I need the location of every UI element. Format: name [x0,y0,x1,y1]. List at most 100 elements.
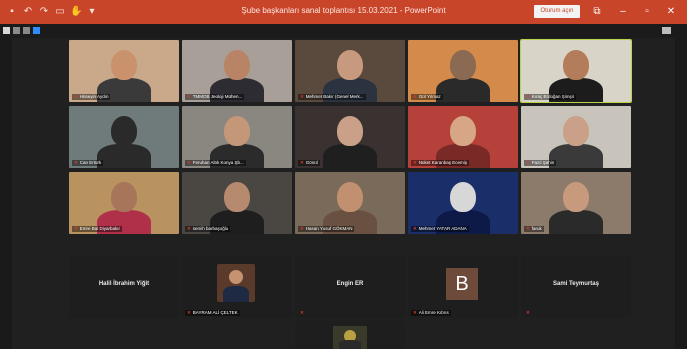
view-icon[interactable] [3,27,10,34]
participant-name-label: ✕ Hüseyin Aydın [72,94,111,100]
participant-tile[interactable] [295,321,405,349]
participant-tile[interactable]: ✕ Gönül [295,106,405,168]
participant-body [436,78,490,102]
participant-name-label: ✕ Emre Bal Diyarbakır [72,226,123,232]
participant-name-label: ✕ Gönül [298,160,320,166]
mic-muted-icon: ✕ [526,160,530,165]
mic-muted-icon: ✕ [74,94,78,99]
participant-tile[interactable]: ✕ Hüseyin Aydın [69,40,179,102]
mic-muted-icon: ✕ [300,310,304,315]
participant-name-label: ✕ Mehmet Bakır (Genel Merk... [298,94,366,100]
participant-name-label: ✕ Gül Yılmaz [411,94,443,100]
mic-muted-icon: ✕ [187,226,191,231]
participant-face [450,182,476,212]
participant-tile[interactable]: ✕ Can Ertürk [69,106,179,168]
participant-face [111,116,137,146]
participant-body [323,144,377,168]
participant-name: Sami Teymurtaş [553,281,599,287]
participant-name-label: ✕ [298,310,308,316]
participant-face [337,182,363,212]
participant-name-label: ✕ semih barbaşoğlu [185,226,231,232]
mic-muted-icon: ✕ [526,226,530,231]
mic-muted-icon: ✕ [413,160,417,165]
participant-name-label: ✕ Nüket Karanbaş Ecemiş [411,160,470,166]
participant-name: Halil İbrahim Yiğit [98,281,150,287]
participant-tile[interactable]: ✕ Hasan Yusuf GÖKMAN [295,172,405,234]
zoom-gallery-window: Halil İbrahim Yiğit ✕ BAYRAM ALİ ÇELTEK E… [0,24,687,349]
participant-name-label: ✕ TMMOB Jeoloji Mühen... [185,94,245,100]
zoom-logo-icon [33,27,40,34]
participant-photo [333,326,367,349]
participant-tile[interactable]: ✕ Emre Bal Diyarbakır [69,172,179,234]
participant-tile[interactable]: ✕ faruk [521,172,631,234]
participant-tile[interactable]: ✕ Fazıl Şahin [521,106,631,168]
maximize-icon[interactable]: ▫ [638,4,656,20]
participant-face [337,50,363,80]
participant-tile[interactable]: ✕ Gül Yılmaz [408,40,518,102]
participant-tile[interactable]: ✕ Kıraç Erdoğan Şimşir [520,39,632,103]
participant-face [111,182,137,212]
mic-muted-icon: ✕ [187,160,191,165]
participant-face [563,50,589,80]
grid-icon[interactable] [13,27,20,34]
mic-muted-icon: ✕ [413,310,417,315]
participant-tile[interactable]: Sami Teymurtaş ✕ [521,256,631,318]
mic-muted-icon: ✕ [300,226,304,231]
fullscreen-icon[interactable] [662,27,671,34]
participant-name-label: ✕ Kıraç Erdoğan Şimşir [524,94,577,100]
minimize-icon[interactable]: – [614,4,632,20]
mic-muted-icon: ✕ [74,160,78,165]
participant-face [563,182,589,212]
mic-muted-icon: ✕ [300,160,304,165]
participant-tile[interactable]: Engin ER ✕ [295,256,405,318]
window-title: Şube başkanları sanal toplantısı 15.03.2… [241,6,446,15]
participant-name-label: ✕ Fazıl Şahin [524,160,557,166]
participant-name: Engin ER [336,281,364,287]
participant-face [224,50,250,80]
mic-muted-icon: ✕ [413,226,417,231]
mic-muted-icon: ✕ [187,94,191,99]
participant-tile[interactable]: Halil İbrahim Yiğit [69,256,179,318]
participant-face [450,50,476,80]
participant-tile[interactable]: ✕ BAYRAM ALİ ÇELTEK [182,256,292,318]
participant-face [111,50,137,80]
participant-name-label: ✕ Hasan Yusuf GÖKMAN [298,226,355,232]
mic-muted-icon: ✕ [413,94,417,99]
participant-name-label: ✕ [524,310,534,316]
participant-name-label: ✕ Mehmet YATAR ADANA [411,226,469,232]
participant-face [563,116,589,146]
participant-tile[interactable]: ✕ semih barbaşoğlu [182,172,292,234]
participant-body [549,144,603,168]
avatar: B [446,268,478,300]
participant-face [450,116,476,146]
participant-gallery: Halil İbrahim Yiğit ✕ BAYRAM ALİ ÇELTEK E… [12,38,675,349]
participant-face [224,116,250,146]
participant-name-label: ✕ Can Ertürk [72,160,104,166]
mic-muted-icon: ✕ [74,226,78,231]
sign-in-button[interactable]: Oturum açın [534,5,580,18]
participant-name-label: ✕ Feruhan Altık Konya Şb... [185,160,246,166]
participant-tile[interactable]: ✕ Nüket Karanbaş Ecemiş [408,106,518,168]
participant-name-label: ✕ Ali Emre Kıbrıs [411,310,451,316]
speaker-view-icon[interactable] [23,27,30,34]
ribbon-options-icon[interactable]: ⧉ [588,4,606,20]
participant-tile[interactable]: ✕ Mehmet YATAR ADANA [408,172,518,234]
mic-muted-icon: ✕ [526,310,530,315]
participant-body [97,144,151,168]
zoom-toolbar [0,24,687,38]
participant-tile[interactable]: ✕ TMMOB Jeoloji Mühen... [182,40,292,102]
participant-tile[interactable]: B ✕ Ali Emre Kıbrıs [408,256,518,318]
participant-face [224,182,250,212]
mic-muted-icon: ✕ [526,94,530,99]
powerpoint-titlebar: ▪ ↶ ↷ ▭ ✋ ▾ Şube başkanları sanal toplan… [0,0,687,24]
participant-body [549,210,603,234]
participant-tile[interactable]: ✕ Mehmet Bakır (Genel Merk... [295,40,405,102]
mic-muted-icon: ✕ [187,310,191,315]
participant-tile[interactable]: ✕ Feruhan Altık Konya Şb... [182,106,292,168]
close-icon[interactable]: ✕ [662,4,680,20]
participant-name-label: ✕ faruk [524,226,544,232]
participant-face [337,116,363,146]
participant-name-label: ✕ BAYRAM ALİ ÇELTEK [185,310,240,316]
participant-photo [217,264,255,302]
mic-muted-icon: ✕ [300,94,304,99]
